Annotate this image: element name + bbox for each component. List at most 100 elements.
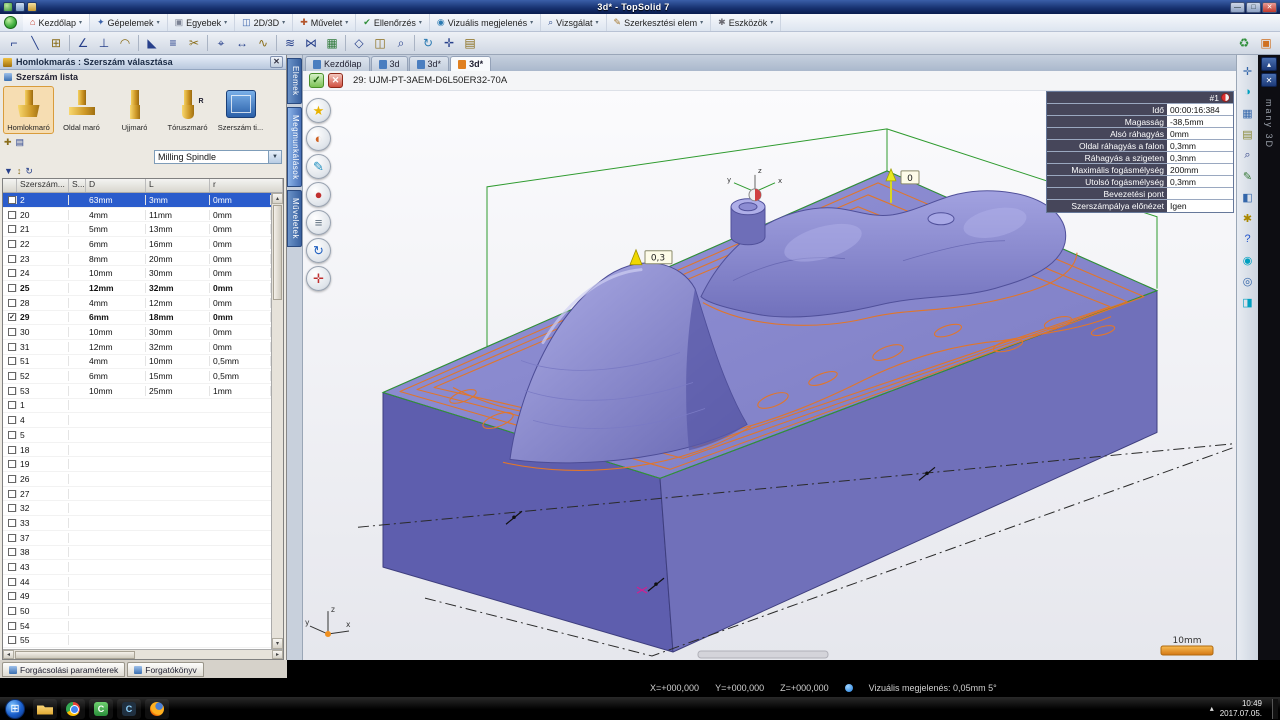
row-checkbox[interactable] — [8, 431, 16, 439]
table-row[interactable]: 3010mm30mm0mm — [3, 325, 271, 340]
settings-icon[interactable]: ✱ — [1240, 210, 1256, 226]
split-view-icon[interactable]: ◧ — [1240, 189, 1256, 205]
horizontal-scrollbar[interactable]: ◂ ▸ — [3, 649, 283, 659]
close-button[interactable]: ✕ — [1262, 2, 1277, 13]
row-checkbox[interactable] — [8, 299, 16, 307]
table-row[interactable]: 32 — [3, 501, 271, 516]
table-row[interactable]: 19 — [3, 457, 271, 472]
material-icon[interactable]: ● — [306, 182, 331, 207]
edit-icon[interactable]: ✎ — [1240, 168, 1256, 184]
shade-icon[interactable]: ◑ — [1240, 84, 1256, 100]
row-checkbox[interactable] — [8, 592, 16, 600]
cancel-button[interactable]: ✕ — [328, 73, 343, 88]
row-checkbox[interactable] — [8, 357, 16, 365]
table-row[interactable]: 49 — [3, 590, 271, 605]
ribbon-tab-kezdolap[interactable]: ⌂Kezdőlap▾ — [23, 14, 90, 31]
row-checkbox[interactable] — [8, 284, 16, 292]
dimension-icon[interactable]: ↔ — [232, 34, 252, 53]
line-icon[interactable]: ╲ — [25, 34, 45, 53]
table-row[interactable]: 284mm12mm0mm — [3, 296, 271, 311]
table-row[interactable]: 4 — [3, 413, 271, 428]
table-row[interactable]: ✓296mm18mm0mm — [3, 311, 271, 326]
scrollbar-track[interactable] — [272, 301, 283, 638]
tool-type-torus-mill[interactable]: RTóruszmaró — [162, 86, 213, 134]
row-checkbox[interactable] — [8, 372, 16, 380]
offset-icon[interactable]: ≡ — [163, 34, 183, 53]
help-icon[interactable]: ? — [1240, 231, 1256, 247]
layers-icon[interactable]: ▤ — [460, 34, 480, 53]
scroll-right-icon[interactable]: ▸ — [272, 650, 283, 659]
table-row[interactable]: 27 — [3, 487, 271, 502]
tool-library-icon[interactable]: ▤ — [16, 138, 25, 147]
measure-icon[interactable]: ⌖ — [211, 34, 231, 53]
zoom-icon[interactable]: ⌕ — [391, 34, 411, 53]
wireframe-icon[interactable]: ▦ — [1240, 105, 1256, 121]
file-explorer-button[interactable] — [33, 699, 57, 719]
row-checkbox[interactable] — [8, 343, 16, 351]
ribbon-tab-vizualis-megjelenes[interactable]: ◉Vizuális megjelenés▾ — [430, 14, 541, 31]
target-icon[interactable]: ✛ — [306, 266, 331, 291]
row-checkbox[interactable] — [8, 255, 16, 263]
perpendicular-icon[interactable]: ⊥ — [94, 34, 114, 53]
table-row[interactable]: 44 — [3, 575, 271, 590]
solid-icon[interactable]: ◇ — [349, 34, 369, 53]
table-row[interactable]: 54 — [3, 619, 271, 634]
workspace-icon[interactable] — [27, 2, 37, 12]
filter-icon[interactable]: ▼ — [4, 167, 13, 176]
taskbar-clock[interactable]: 10:49 2017.07.05. — [1220, 699, 1266, 719]
zoom-icon[interactable]: ⌕ — [1240, 147, 1256, 163]
corner-snap-icon[interactable]: ⌐ — [4, 34, 24, 53]
table-row[interactable]: 1 — [3, 399, 271, 414]
trim-icon[interactable]: ✂ — [184, 34, 204, 53]
firefox-button[interactable] — [145, 699, 169, 719]
confirm-button[interactable]: ✓ — [309, 73, 324, 88]
row-checkbox[interactable] — [8, 548, 16, 556]
scrollbar-thumb[interactable] — [15, 651, 135, 659]
scroll-left-icon[interactable]: ◂ — [3, 650, 14, 659]
row-checkbox[interactable] — [8, 636, 16, 644]
camera-icon[interactable]: ◎ — [1240, 273, 1256, 289]
table-row[interactable]: 18 — [3, 443, 271, 458]
table-row[interactable]: 3112mm32mm0mm — [3, 340, 271, 355]
ribbon-tab-szerkesztesi-elem[interactable]: ✎Szerkesztési elem▾ — [607, 14, 712, 31]
refresh-icon[interactable]: ♻ — [1234, 34, 1254, 53]
angle-icon[interactable]: ∠ — [73, 34, 93, 53]
view-icon[interactable]: ◉ — [1240, 252, 1256, 268]
row-checkbox[interactable] — [8, 475, 16, 483]
mirror-icon[interactable]: ⋈ — [301, 34, 321, 53]
ribbon-tab-egyebek[interactable]: ▣Egyebek▾ — [168, 14, 236, 31]
table-row[interactable]: 238mm20mm0mm — [3, 252, 271, 267]
tool-type-end-mill[interactable]: Ujjmaró — [109, 86, 160, 134]
pane-close-button[interactable]: ✕ — [1261, 73, 1277, 87]
cube-icon[interactable]: ◨ — [1240, 294, 1256, 310]
list-icon[interactable]: ≡ — [306, 210, 331, 235]
ribbon-tab-vizsgalat[interactable]: ⌕Vizsgálat▾ — [541, 14, 606, 31]
table-row[interactable]: 50 — [3, 604, 271, 619]
row-checkbox[interactable] — [8, 240, 16, 248]
minimize-button[interactable]: — — [1230, 2, 1245, 13]
row-checkbox[interactable] — [8, 196, 16, 204]
surface-icon[interactable]: ≋ — [280, 34, 300, 53]
favorites-star-icon[interactable]: ★ — [306, 98, 331, 123]
rotate-view-icon[interactable]: ↻ — [418, 34, 438, 53]
sort-icon[interactable]: ↕ — [17, 167, 22, 176]
ribbon-tab-eszkozok[interactable]: ✱Eszközök▾ — [711, 14, 781, 31]
dialog-close-button[interactable]: ✕ — [270, 56, 283, 68]
table-row[interactable]: 38 — [3, 546, 271, 561]
tool-type-side-mill[interactable]: Oldal maró — [56, 86, 107, 134]
table-row[interactable]: 5310mm25mm1mm — [3, 384, 271, 399]
pane-pin-button[interactable]: ▴ — [1261, 57, 1277, 71]
document-tab-0[interactable]: Kezdőlap — [305, 56, 370, 71]
document-tab-3[interactable]: 3d* — [450, 56, 491, 71]
table-row[interactable]: 226mm16mm0mm — [3, 237, 271, 252]
row-checkbox[interactable] — [8, 269, 16, 277]
chamfer-icon[interactable]: ◣ — [142, 34, 162, 53]
table-row[interactable]: 263mm3mm0mm — [3, 193, 271, 208]
ribbon-tab-muvelet[interactable]: ✚Művelet▾ — [293, 14, 356, 31]
side-tab-megmunkalasok[interactable]: Megmunkálások — [287, 107, 302, 188]
app-menu-orb-icon[interactable] — [4, 16, 17, 29]
row-checkbox[interactable] — [8, 607, 16, 615]
pan-icon[interactable]: ✛ — [439, 34, 459, 53]
table-row[interactable]: 2512mm32mm0mm — [3, 281, 271, 296]
chevron-down-icon[interactable]: ▼ — [268, 151, 281, 163]
